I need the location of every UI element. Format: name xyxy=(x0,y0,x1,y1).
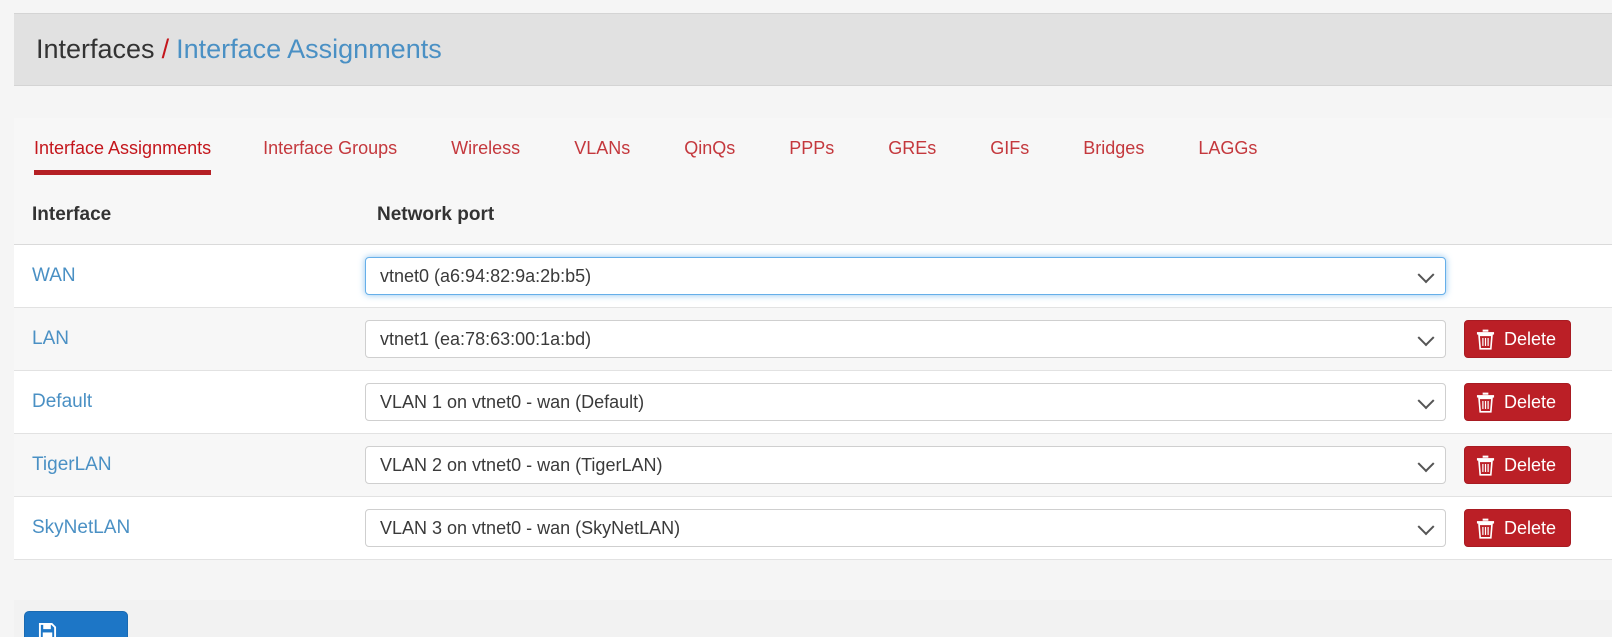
table-row: LAN vtnet1 (ea:78:63:00:1a:bd) Delete xyxy=(14,307,1612,371)
table-body: WAN vtnet0 (a6:94:82:9a:2b:b5) LAN vtnet… xyxy=(14,244,1612,560)
breadcrumb-separator: / xyxy=(161,34,170,64)
network-port-value: vtnet1 (ea:78:63:00:1a:bd) xyxy=(380,328,592,349)
cell-network-port: vtnet0 (a6:94:82:9a:2b:b5) xyxy=(359,244,1454,308)
tab-laggs[interactable]: LAGGs xyxy=(1198,118,1257,175)
delete-button-tigerlan[interactable]: Delete xyxy=(1464,446,1572,484)
delete-button-lan[interactable]: Delete xyxy=(1464,320,1572,358)
interface-link-skynetlan[interactable]: SkyNetLAN xyxy=(32,517,130,538)
assignments-table: Interface Network port WAN vtnet0 (a6:94… xyxy=(14,186,1612,560)
cell-actions: Delete xyxy=(1454,370,1612,434)
delete-button-label: Delete xyxy=(1504,328,1557,349)
network-port-select-lan[interactable]: vtnet1 (ea:78:63:00:1a:bd) xyxy=(365,320,1446,358)
network-port-value: vtnet0 (a6:94:82:9a:2b:b5) xyxy=(380,265,592,286)
cell-network-port: VLAN 2 on vtnet0 - wan (TigerLAN) xyxy=(359,433,1454,497)
tab-pppps[interactable]: PPPs xyxy=(789,118,834,175)
network-port-value: VLAN 2 on vtnet0 - wan (TigerLAN) xyxy=(380,454,663,475)
cell-interface: LAN xyxy=(14,307,359,371)
cell-interface: TigerLAN xyxy=(14,433,359,497)
chevron-down-icon xyxy=(1417,518,1435,536)
tab-interface-groups[interactable]: Interface Groups xyxy=(263,118,397,175)
cell-actions xyxy=(1454,244,1612,308)
cell-network-port: VLAN 3 on vtnet0 - wan (SkyNetLAN) xyxy=(359,496,1454,560)
breadcrumb: Interfaces / Interface Assignments xyxy=(36,36,442,63)
table-row: TigerLAN VLAN 2 on vtnet0 - wan (TigerLA… xyxy=(14,433,1612,497)
tab-bridges[interactable]: Bridges xyxy=(1083,118,1144,175)
trash-icon xyxy=(1476,455,1495,476)
tab-wireless[interactable]: Wireless xyxy=(451,118,520,175)
save-icon xyxy=(38,622,57,637)
tab-interface-assignments[interactable]: Interface Assignments xyxy=(34,118,212,175)
cell-interface: WAN xyxy=(14,244,359,308)
chevron-down-icon xyxy=(1417,455,1435,473)
cell-network-port: VLAN 1 on vtnet0 - wan (Default) xyxy=(359,370,1454,434)
tab-gifs[interactable]: GIFs xyxy=(990,118,1029,175)
interface-link-wan[interactable]: WAN xyxy=(32,265,76,286)
assignments-table-container: Interface Network port WAN vtnet0 (a6:94… xyxy=(14,186,1612,560)
cell-actions: Delete xyxy=(1454,433,1612,497)
chevron-down-icon xyxy=(1417,266,1435,284)
network-port-select-tigerlan[interactable]: VLAN 2 on vtnet0 - wan (TigerLAN) xyxy=(365,446,1446,484)
delete-button-label: Delete xyxy=(1504,391,1557,412)
tab-bar: Interface Assignments Interface Groups W… xyxy=(14,118,1612,186)
interface-link-tigerlan[interactable]: TigerLAN xyxy=(32,454,112,475)
tab-vlans[interactable]: VLANs xyxy=(574,118,630,175)
table-row: WAN vtnet0 (a6:94:82:9a:2b:b5) xyxy=(14,244,1612,308)
interface-link-default[interactable]: Default xyxy=(32,391,92,412)
table-header-row: Interface Network port xyxy=(14,186,1612,245)
chevron-down-icon xyxy=(1417,392,1435,410)
breadcrumb-bar: Interfaces / Interface Assignments xyxy=(14,13,1612,86)
cell-interface: SkyNetLAN xyxy=(14,496,359,560)
breadcrumb-current[interactable]: Interface Assignments xyxy=(176,34,442,64)
trash-icon xyxy=(1476,329,1495,350)
tab-gres[interactable]: GREs xyxy=(888,118,936,175)
network-port-value: VLAN 3 on vtnet0 - wan (SkyNetLAN) xyxy=(380,517,681,538)
cell-interface: Default xyxy=(14,370,359,434)
network-port-select-skynetlan[interactable]: VLAN 3 on vtnet0 - wan (SkyNetLAN) xyxy=(365,509,1446,547)
table-row: Default VLAN 1 on vtnet0 - wan (Default) xyxy=(14,370,1612,434)
trash-icon xyxy=(1476,518,1495,539)
trash-icon xyxy=(1476,392,1495,413)
cell-actions: Delete xyxy=(1454,496,1612,560)
column-header-network-port: Network port xyxy=(359,186,1612,245)
delete-button-label: Delete xyxy=(1504,517,1557,538)
save-button[interactable] xyxy=(24,611,128,637)
tab-qinqs[interactable]: QinQs xyxy=(684,118,735,175)
network-port-select-default[interactable]: VLAN 1 on vtnet0 - wan (Default) xyxy=(365,383,1446,421)
network-port-value: VLAN 1 on vtnet0 - wan (Default) xyxy=(380,391,645,412)
interface-link-lan[interactable]: LAN xyxy=(32,328,69,349)
breadcrumb-root[interactable]: Interfaces xyxy=(36,34,155,64)
delete-button-skynetlan[interactable]: Delete xyxy=(1464,509,1572,547)
delete-button-label: Delete xyxy=(1504,454,1557,475)
form-actions-bar xyxy=(14,600,1612,637)
cell-actions: Delete xyxy=(1454,307,1612,371)
network-port-select-wan[interactable]: vtnet0 (a6:94:82:9a:2b:b5) xyxy=(365,257,1446,295)
delete-button-default[interactable]: Delete xyxy=(1464,383,1572,421)
table-header: Interface Network port xyxy=(14,186,1612,245)
chevron-down-icon xyxy=(1417,329,1435,347)
cell-network-port: vtnet1 (ea:78:63:00:1a:bd) xyxy=(359,307,1454,371)
column-header-interface: Interface xyxy=(14,186,359,245)
interface-assignments-page: Interfaces / Interface Assignments Interfa… xyxy=(0,0,1612,637)
table-row: SkyNetLAN VLAN 3 on vtnet0 - wan (SkyNet… xyxy=(14,496,1612,560)
